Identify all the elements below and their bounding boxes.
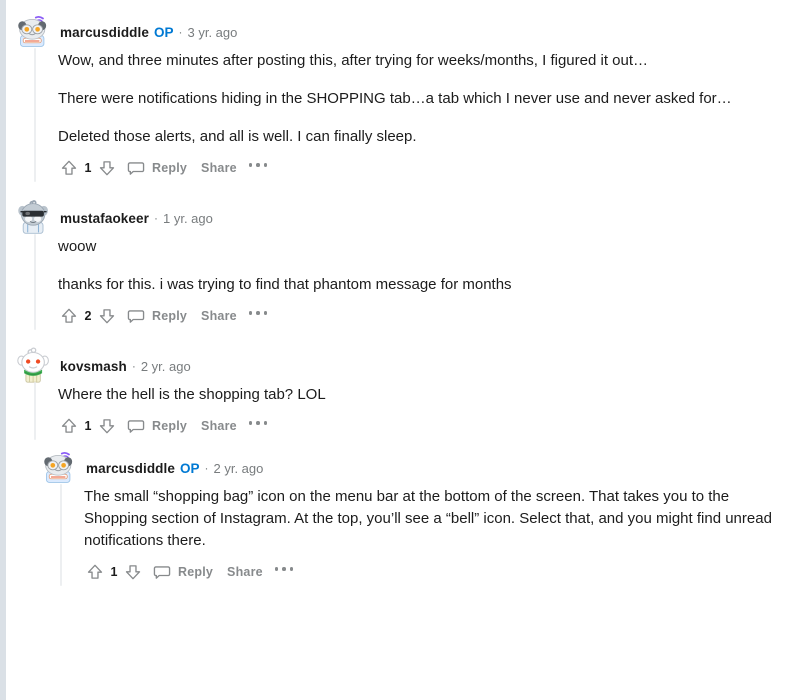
comment-spacer bbox=[6, 440, 798, 452]
more-options-icon[interactable] bbox=[248, 421, 268, 431]
downvote-arrow-icon[interactable] bbox=[122, 561, 144, 583]
comment-paragraph: woow bbox=[58, 238, 97, 255]
comment: marcusdiddle OP · 3 yr. ago Wow, and three m… bbox=[6, 14, 798, 182]
avatar[interactable] bbox=[16, 200, 52, 236]
comment-author[interactable]: marcusdiddle bbox=[60, 25, 149, 40]
thread-collapse-line[interactable] bbox=[34, 48, 36, 182]
comment-body: The small “shopping bag” icon on the men… bbox=[60, 484, 798, 586]
more-options-icon[interactable] bbox=[248, 311, 268, 321]
comment-author[interactable]: kovsmash bbox=[60, 359, 127, 374]
comment-thread: marcusdiddle OP · 3 yr. ago Wow, and three m… bbox=[6, 0, 798, 700]
meta-separator: · bbox=[154, 211, 158, 225]
thread-collapse-line[interactable] bbox=[34, 382, 36, 440]
comment-timestamp: 1 yr. ago bbox=[163, 210, 213, 226]
comment-bubble-icon[interactable] bbox=[124, 157, 148, 179]
comment-paragraph: There were notifications hiding in the S… bbox=[58, 90, 732, 107]
share-button[interactable]: Share bbox=[201, 419, 237, 433]
comment-header: mustafaokeer · 1 yr. ago bbox=[16, 200, 798, 236]
vote-score: 1 bbox=[84, 419, 92, 433]
comment-spacer bbox=[6, 330, 798, 350]
vote-score: 1 bbox=[84, 161, 92, 175]
downvote-arrow-icon[interactable] bbox=[96, 305, 118, 327]
avatar[interactable] bbox=[16, 347, 52, 384]
reply-button[interactable]: Reply bbox=[152, 309, 187, 323]
thread-collapse-line[interactable] bbox=[60, 484, 62, 586]
more-options-icon[interactable] bbox=[274, 567, 294, 577]
vote-group: 1 bbox=[84, 561, 144, 583]
upvote-arrow-icon[interactable] bbox=[58, 305, 80, 327]
comment-timestamp: 2 yr. ago bbox=[213, 460, 264, 476]
meta-separator: · bbox=[204, 461, 209, 475]
comment-timestamp: 3 yr. ago bbox=[187, 24, 238, 40]
comment-action-bar: 1 Reply Share bbox=[58, 156, 798, 182]
reply-button[interactable]: Reply bbox=[178, 565, 213, 579]
more-options-icon[interactable] bbox=[248, 163, 268, 173]
comment-spacer bbox=[6, 182, 798, 202]
reply-button[interactable]: Reply bbox=[152, 419, 187, 433]
comment: mustafaokeer · 1 yr. ago woow thanks for thi… bbox=[6, 200, 798, 330]
comment-author[interactable]: mustafaokeer bbox=[60, 211, 149, 226]
share-button[interactable]: Share bbox=[227, 565, 263, 579]
comment-bubble-icon[interactable] bbox=[124, 415, 148, 437]
upvote-arrow-icon[interactable] bbox=[84, 561, 106, 583]
op-badge: OP bbox=[153, 24, 174, 40]
comment-bubble-icon[interactable] bbox=[150, 561, 174, 583]
comment-header: kovsmash · 2 yr. ago bbox=[16, 347, 798, 384]
comment-body: woow thanks for this. i was trying to fin… bbox=[34, 234, 798, 330]
reply-button[interactable]: Reply bbox=[152, 161, 187, 175]
comment-spacer bbox=[6, 586, 798, 606]
comment: kovsmash · 2 yr. ago Where the hell is the … bbox=[6, 347, 798, 440]
upvote-arrow-icon[interactable] bbox=[58, 415, 80, 437]
comment-paragraph: Wow, and three minutes after posting thi… bbox=[58, 52, 649, 69]
thread-collapse-line[interactable] bbox=[34, 234, 36, 330]
downvote-arrow-icon[interactable] bbox=[96, 157, 118, 179]
comment-author[interactable]: marcusdiddle bbox=[86, 461, 175, 476]
comment-paragraph: Where the hell is the shopping tab? LOL bbox=[58, 386, 326, 403]
upvote-arrow-icon[interactable] bbox=[58, 157, 80, 179]
share-button[interactable]: Share bbox=[201, 161, 237, 175]
comment-header: marcusdiddle OP · 2 yr. ago bbox=[42, 450, 798, 486]
comment-paragraph: The small “shopping bag” icon on the men… bbox=[84, 488, 772, 549]
op-badge: OP bbox=[179, 460, 200, 476]
comment: marcusdiddle OP · 2 yr. ago The small “shopp… bbox=[6, 450, 798, 586]
comment-paragraph: Deleted those alerts, and all is well. I… bbox=[58, 128, 417, 145]
vote-group: 1 bbox=[58, 157, 118, 179]
share-button[interactable]: Share bbox=[201, 309, 237, 323]
comment-header: marcusdiddle OP · 3 yr. ago bbox=[16, 14, 798, 50]
downvote-arrow-icon[interactable] bbox=[96, 415, 118, 437]
comment-timestamp: 2 yr. ago bbox=[140, 358, 191, 374]
meta-separator: · bbox=[131, 359, 136, 373]
comment-paragraph: thanks for this. i was trying to find th… bbox=[58, 276, 512, 293]
comment-bubble-icon[interactable] bbox=[124, 305, 148, 327]
comment-action-bar: 1 Reply Share bbox=[84, 560, 798, 586]
vote-group: 2 bbox=[58, 305, 118, 327]
vote-score: 2 bbox=[84, 309, 92, 323]
comment-action-bar: 2 Reply Share bbox=[58, 304, 798, 330]
vote-score: 1 bbox=[110, 565, 118, 579]
avatar[interactable] bbox=[16, 14, 52, 50]
comment-action-bar: 1 Reply Share bbox=[58, 414, 798, 440]
comment-body: Where the hell is the shopping tab? LOL 1… bbox=[34, 382, 798, 440]
vote-group: 1 bbox=[58, 415, 118, 437]
avatar[interactable] bbox=[42, 450, 78, 486]
meta-separator: · bbox=[178, 25, 183, 39]
comment-body: Wow, and three minutes after posting thi… bbox=[34, 48, 798, 182]
